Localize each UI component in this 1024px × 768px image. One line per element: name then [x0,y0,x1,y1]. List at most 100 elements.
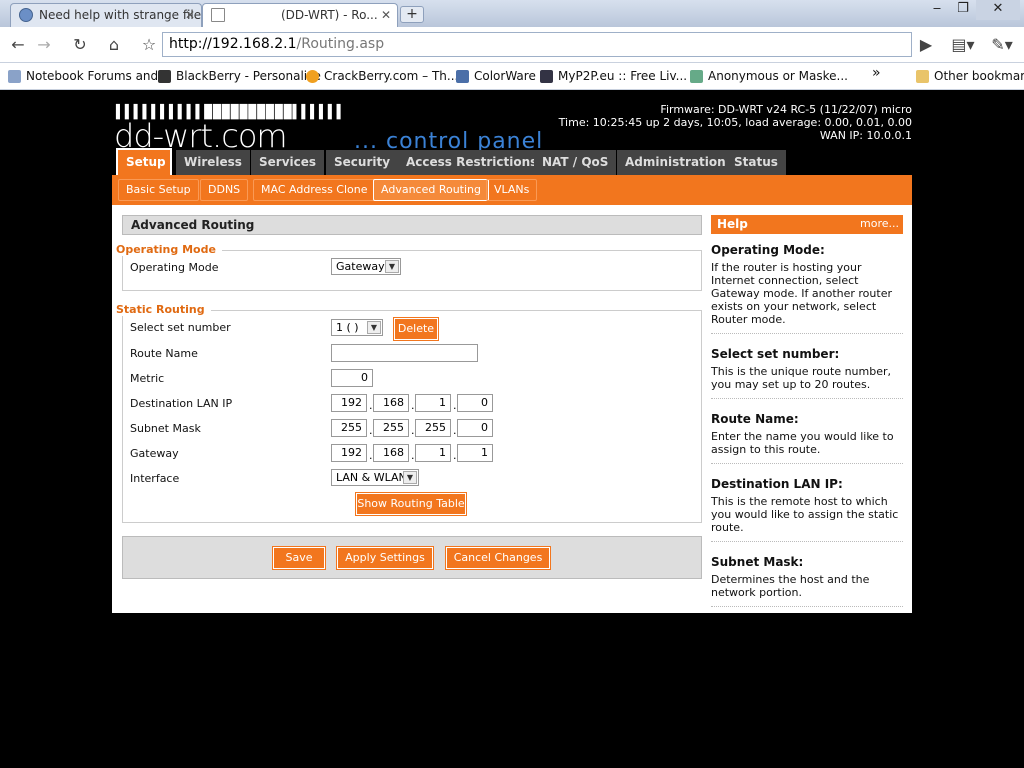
bookmarks-overflow-icon[interactable]: » [872,65,881,81]
help-item-title: Subnet Mask: [711,555,804,569]
bookmark-item[interactable]: ColorWare [456,69,536,83]
help-item-title: Select set number: [711,347,840,361]
tab-wireless[interactable]: Wireless [176,150,251,175]
bookmark-label: CrackBerry.com – Th... [324,69,459,83]
dest-ip-octet-2[interactable]: 168 [373,394,409,412]
action-bar: Save Apply Settings Cancel Changes [122,536,702,579]
dest-ip-octet-4[interactable]: 0 [457,394,493,412]
subtab-ddns[interactable]: DDNS [200,179,249,201]
apply-settings-button[interactable]: Apply Settings [336,546,434,570]
interface-value: LAN & WLAN [336,471,407,484]
uptime: Time: 10:25:45 up 2 days, 10:05, load av… [558,116,912,129]
chevron-down-icon: ▼ [367,321,381,334]
dest-ip-octet-3[interactable]: 1 [415,394,451,412]
static-routing-legend: Static Routing [116,303,211,316]
help-item-title: Destination LAN IP: [711,477,843,491]
reload-icon[interactable]: ↻ [68,34,92,56]
minimize-icon[interactable]: ‒ [924,0,950,20]
gateway-octet-2[interactable]: 168 [373,444,409,462]
bookmark-item[interactable]: BlackBerry - Personalize [158,69,321,83]
subtab-basic-setup[interactable]: Basic Setup [118,179,199,201]
save-button[interactable]: Save [272,546,326,570]
ip-dot: . [453,424,457,437]
browser-tabstrip: Need help with strange file... ✕ (DD-WRT… [0,0,1024,27]
show-routing-table-button[interactable]: Show Routing Table [355,492,467,516]
cancel-changes-button[interactable]: Cancel Changes [445,546,551,570]
star-icon[interactable]: ☆ [137,34,161,56]
myp2p-icon [540,70,553,83]
operating-mode-legend: Operating Mode [116,243,222,256]
content-panel: Advanced Routing Operating Mode Operatin… [112,205,912,613]
gateway-octet-3[interactable]: 1 [415,444,451,462]
help-item: Operating Mode: If the router is hosting… [711,234,903,334]
subnet-octet-1[interactable]: 255 [331,419,367,437]
bookmark-item[interactable]: Anonymous or Maske... [690,69,848,83]
firmware-info: Firmware: DD-WRT v24 RC-5 (11/22/07) mic… [559,103,912,142]
go-icon[interactable]: ▶ [914,34,938,56]
help-more-link[interactable]: more... [860,215,899,233]
page-menu-icon[interactable]: ▤▾ [948,34,978,56]
gateway-label: Gateway [130,447,179,460]
bookmarks-bar: Notebook Forums and... BlackBerry - Pers… [0,63,1024,90]
subnet-octet-3[interactable]: 255 [415,419,451,437]
page-body: ▌▌▌▌▌▌▌▌▌▌██████████▌▌▌▌▌▌ dd-wrt.com ..… [0,91,1024,768]
home-icon[interactable]: ⌂ [102,34,126,56]
help-item-text: Enter the name you would like to assign … [711,430,894,456]
firmware-version: Firmware: DD-WRT v24 RC-5 (11/22/07) mic… [660,103,912,116]
browser-tab-ddwrt[interactable]: (DD-WRT) - Ro... ✕ [202,3,398,27]
tab-access-restrictions[interactable]: Access Restrictions [398,150,547,175]
other-bookmarks[interactable]: Other bookmarks [916,69,1024,83]
interface-select[interactable]: LAN & WLAN ▼ [331,469,419,486]
gateway-octet-4[interactable]: 1 [457,444,493,462]
close-icon[interactable]: ✕ [185,4,195,26]
subtab-vlans[interactable]: VLANs [486,179,538,201]
tab-services[interactable]: Services [251,150,326,175]
bookmark-label: ColorWare [474,69,536,83]
window-close-icon[interactable]: ✕ [976,0,1020,20]
route-name-input[interactable] [331,344,478,362]
wrench-icon[interactable]: ✎▾ [986,34,1018,56]
interface-label: Interface [130,472,180,485]
new-tab-button[interactable]: + [400,6,424,23]
subtab-mac-address-clone[interactable]: MAC Address Clone [253,179,376,201]
tab-status[interactable]: Status [726,150,787,175]
bookmark-label: Other bookmarks [934,69,1024,83]
set-number-label: Select set number [130,321,231,334]
operating-mode-label: Operating Mode [130,261,219,274]
help-item: Select set number: This is the unique ro… [711,334,903,399]
set-number-value: 1 ( ) [336,321,359,334]
ddwrt-logo: ▌▌▌▌▌▌▌▌▌▌██████████▌▌▌▌▌▌ dd-wrt.com ..… [114,99,554,155]
subnet-octet-4[interactable]: 0 [457,419,493,437]
bookmark-item[interactable]: Notebook Forums and... [8,69,170,83]
back-icon[interactable]: ← [6,34,30,56]
bookmark-item[interactable]: MyP2P.eu :: Free Liv... [540,69,687,83]
operating-mode-select[interactable]: Gateway ▼ [331,258,401,275]
folder-icon [916,70,929,83]
tab-nat-qos[interactable]: NAT / QoS [534,150,618,175]
delete-button[interactable]: Delete [393,317,439,341]
ip-dot: . [453,399,457,412]
ip-dot: . [411,424,415,437]
subnet-octet-2[interactable]: 255 [373,419,409,437]
bookmark-item[interactable]: CrackBerry.com – Th... [306,69,458,83]
tab-administration[interactable]: Administration [617,150,735,175]
url-host: http://192.168.2.1 [169,36,297,52]
gateway-octet-1[interactable]: 192 [331,444,367,462]
metric-input[interactable]: 0 [331,369,373,387]
help-item-title: Route Name: [711,412,799,426]
help-item-title: Operating Mode: [711,243,825,257]
ip-dot: . [369,399,373,412]
set-number-select[interactable]: 1 ( ) ▼ [331,319,383,336]
address-bar[interactable]: http://192.168.2.1/Routing.asp [162,32,912,57]
dest-ip-octet-1[interactable]: 192 [331,394,367,412]
browser-tab-forum[interactable]: Need help with strange file... ✕ [10,3,202,27]
tab-setup[interactable]: Setup [116,148,172,175]
tab-security[interactable]: Security [326,150,400,175]
help-item: Route Name: Enter the name you would lik… [711,399,903,464]
forward-icon[interactable]: → [32,34,56,56]
globe-icon [19,8,33,22]
maximize-icon[interactable]: ❐ [950,0,976,20]
close-icon[interactable]: ✕ [381,4,391,26]
bookmark-label: Anonymous or Maske... [708,69,848,83]
subtab-advanced-routing[interactable]: Advanced Routing [373,179,490,201]
